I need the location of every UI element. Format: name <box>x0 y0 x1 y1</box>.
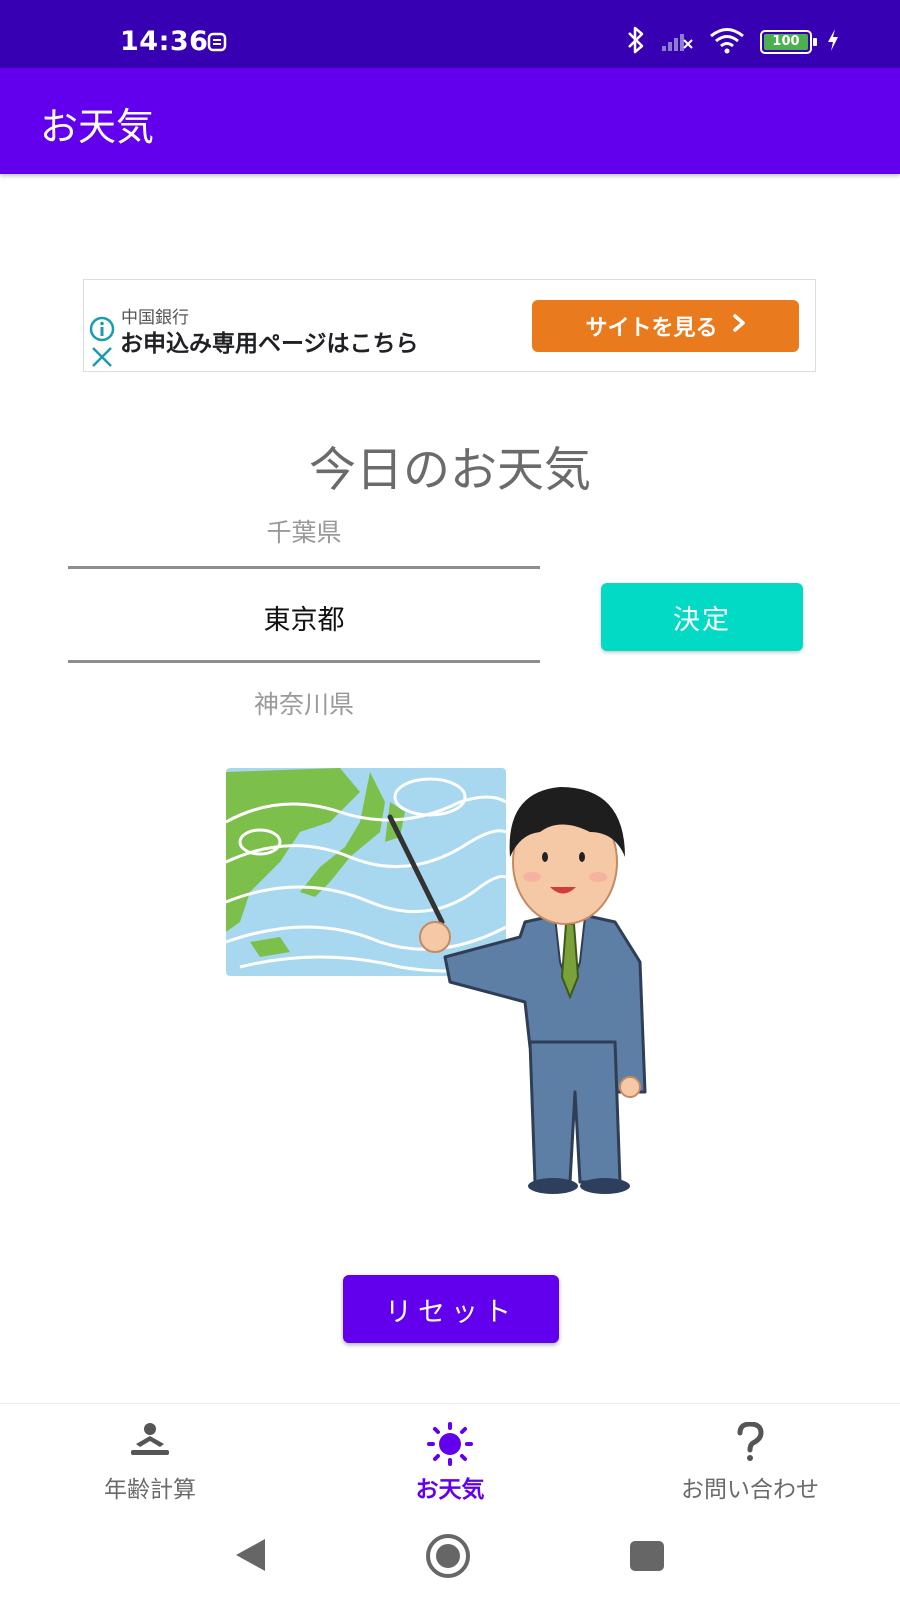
close-icon[interactable] <box>91 346 113 372</box>
nav-item-weather[interactable]: お天気 <box>340 1418 560 1508</box>
battery-level: 100 <box>764 34 808 50</box>
wifi-icon <box>708 26 746 58</box>
battery-nub <box>813 38 817 46</box>
bluetooth-icon <box>626 25 646 59</box>
status-time: 14:36 <box>120 26 209 57</box>
weather-heading: 今日のお天気 <box>309 443 591 498</box>
picker-item-previous[interactable]: 千葉県 <box>68 513 540 549</box>
decide-button[interactable]: 決定 <box>601 583 803 651</box>
weather-forecaster-illustration <box>220 762 660 1216</box>
reset-button[interactable]: リセット <box>343 1275 559 1343</box>
home-icon[interactable] <box>425 1533 471 1583</box>
nav-label-age-calculator: 年齢計算 <box>104 1477 196 1503</box>
nav-item-age-calculator[interactable]: 年齢計算 <box>40 1418 260 1508</box>
info-icon[interactable] <box>89 316 115 346</box>
status-bar: 14:36 100 <box>0 0 900 68</box>
status-icons: 100 <box>626 26 840 58</box>
picker-item-next[interactable]: 神奈川県 <box>68 685 540 721</box>
prefecture-picker[interactable]: 千葉県 東京都 神奈川県 <box>68 505 540 725</box>
nav-label-weather: お天気 <box>415 1477 485 1503</box>
nav-item-contact[interactable]: お問い合わせ <box>640 1418 860 1508</box>
battery-icon: 100 <box>760 30 817 54</box>
back-icon[interactable] <box>233 1537 267 1577</box>
ad-cta-label: サイトを見る <box>585 316 718 341</box>
age-person-icon <box>128 1422 172 1462</box>
app-screen: 14:36 100 お天気 中国銀行 お申込み専用ページはこちら サイトを見る … <box>0 0 900 1600</box>
ad-banner[interactable]: 中国銀行 お申込み専用ページはこちら サイトを見る <box>83 279 816 372</box>
ad-cta-button[interactable]: サイトを見る <box>532 300 799 352</box>
sun-icon <box>426 1422 474 1470</box>
recent-apps-icon[interactable] <box>630 1541 664 1571</box>
alarm-icon <box>207 30 227 56</box>
picker-item-selected[interactable]: 東京都 <box>68 598 540 637</box>
bottom-navigation: 年齢計算 お天気 お問い合わせ <box>0 1403 900 1511</box>
picker-divider-bottom <box>68 660 540 663</box>
app-bar: お天気 <box>0 68 900 174</box>
app-title: お天気 <box>40 105 155 149</box>
charging-icon <box>826 28 840 56</box>
signal-off-icon <box>660 28 694 56</box>
question-icon <box>735 1421 765 1466</box>
nav-label-contact: お問い合わせ <box>681 1477 819 1503</box>
weather-map-image <box>225 768 507 976</box>
system-navigation-bar <box>0 1511 900 1600</box>
chevron-right-icon <box>732 313 746 339</box>
ad-headline[interactable]: お申込み専用ページはこちら <box>120 324 419 358</box>
picker-divider-top <box>68 566 540 569</box>
